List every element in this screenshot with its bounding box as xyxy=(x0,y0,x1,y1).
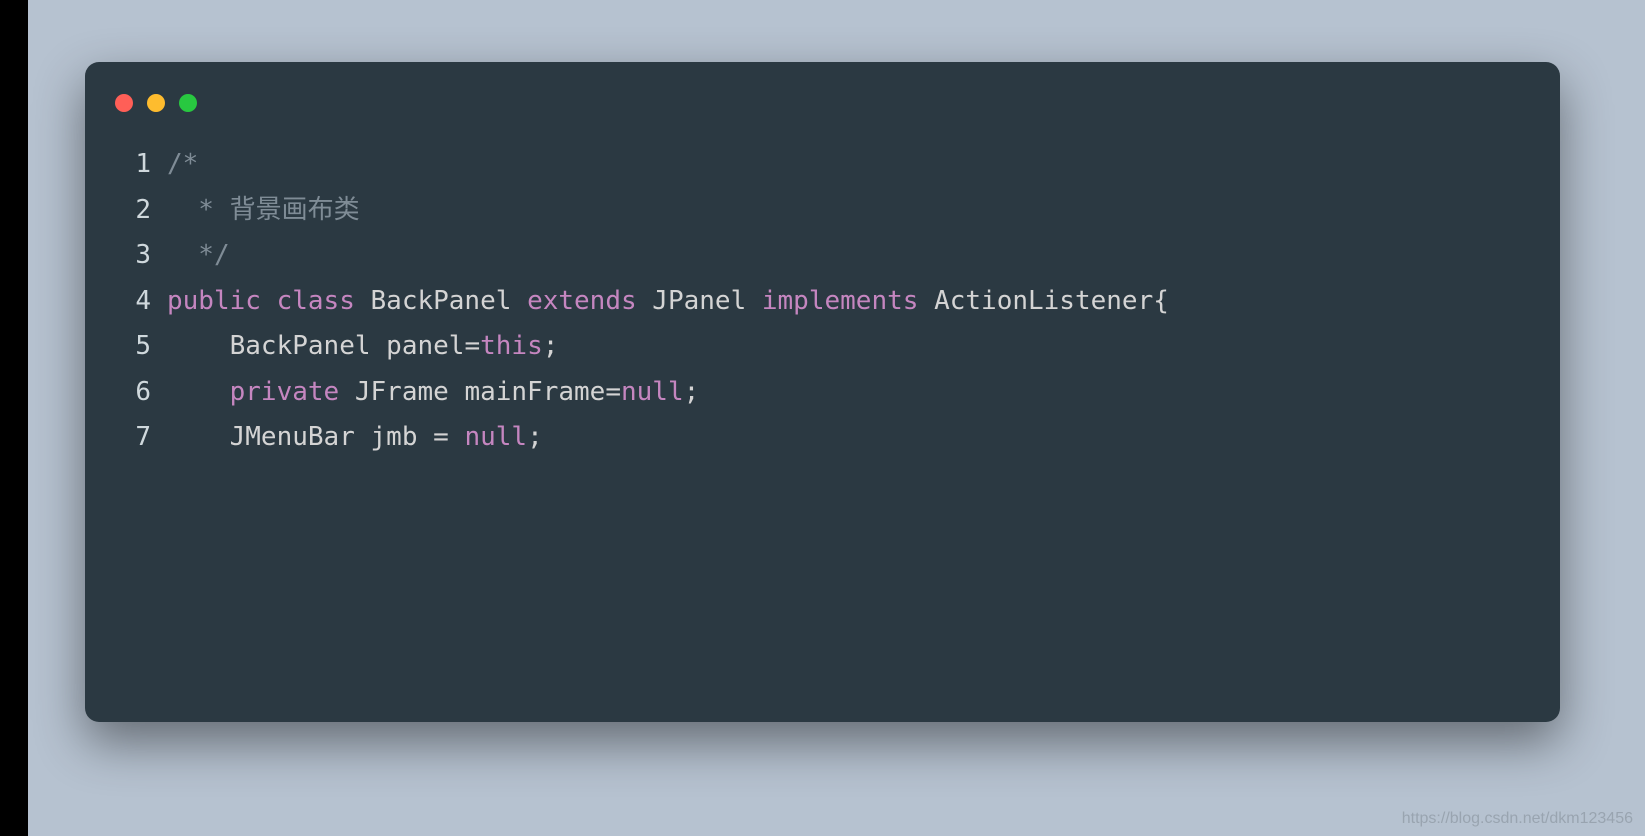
line-number: 4 xyxy=(115,279,151,325)
minimize-icon[interactable] xyxy=(147,94,165,112)
code-line: 2 * 背景画布类 xyxy=(115,188,1530,234)
code-token xyxy=(746,286,762,316)
code-token xyxy=(167,377,230,407)
line-content: JMenuBar jmb = null; xyxy=(167,415,543,461)
code-token xyxy=(371,331,387,361)
code-line: 6 private JFrame mainFrame=null; xyxy=(115,370,1530,416)
code-token xyxy=(355,286,371,316)
code-token: jmb xyxy=(371,422,418,452)
code-token: ActionListener xyxy=(934,286,1153,316)
code-token: class xyxy=(277,286,355,316)
code-token: JMenuBar xyxy=(230,422,355,452)
code-token: this xyxy=(480,331,543,361)
line-number: 7 xyxy=(115,415,151,461)
line-content: public class BackPanel extends JPanel im… xyxy=(167,279,1169,325)
code-line: 7 JMenuBar jmb = null; xyxy=(115,415,1530,461)
code-token xyxy=(261,286,277,316)
line-number: 5 xyxy=(115,324,151,370)
code-token xyxy=(339,377,355,407)
line-number: 6 xyxy=(115,370,151,416)
line-content: * 背景画布类 xyxy=(167,188,360,234)
code-token: private xyxy=(230,377,340,407)
line-content: */ xyxy=(167,233,230,279)
code-token: = xyxy=(605,377,621,407)
code-token: = xyxy=(417,422,464,452)
code-token: panel xyxy=(386,331,464,361)
line-content: BackPanel panel=this; xyxy=(167,324,558,370)
line-content: /* xyxy=(167,142,198,188)
close-icon[interactable] xyxy=(115,94,133,112)
code-line: 5 BackPanel panel=this; xyxy=(115,324,1530,370)
code-token xyxy=(167,331,230,361)
line-number: 1 xyxy=(115,142,151,188)
code-token: JFrame xyxy=(355,377,449,407)
code-token xyxy=(511,286,527,316)
code-token: BackPanel xyxy=(230,331,371,361)
code-line: 4 public class BackPanel extends JPanel i… xyxy=(115,279,1530,325)
code-token xyxy=(355,422,371,452)
line-number: 3 xyxy=(115,233,151,279)
code-window: 1/*2 * 背景画布类3 */4public class BackPanel … xyxy=(85,62,1560,722)
code-token: public xyxy=(167,286,261,316)
code-token xyxy=(449,377,465,407)
code-token xyxy=(918,286,934,316)
line-content: private JFrame mainFrame=null; xyxy=(167,370,699,416)
maximize-icon[interactable] xyxy=(179,94,197,112)
code-line: 1 /* xyxy=(115,142,1530,188)
code-token: null xyxy=(621,377,684,407)
code-token: implements xyxy=(762,286,919,316)
code-area: 1/*2 * 背景画布类3 */4public class BackPanel … xyxy=(85,122,1560,491)
code-token: JPanel xyxy=(652,286,746,316)
code-token: null xyxy=(464,422,527,452)
code-token xyxy=(167,422,230,452)
code-token: mainFrame xyxy=(464,377,605,407)
window-titlebar xyxy=(85,62,1560,122)
line-number: 2 xyxy=(115,188,151,234)
code-token: /* xyxy=(167,149,198,179)
code-token: ; xyxy=(543,331,559,361)
watermark-text: https://blog.csdn.net/dkm123456 xyxy=(1402,810,1633,828)
code-token: { xyxy=(1153,286,1169,316)
code-token: = xyxy=(464,331,480,361)
code-token: ; xyxy=(684,377,700,407)
code-line: 3 */ xyxy=(115,233,1530,279)
left-black-band xyxy=(0,0,28,836)
code-token xyxy=(637,286,653,316)
code-token: BackPanel xyxy=(371,286,512,316)
code-token: */ xyxy=(167,240,230,270)
code-token: extends xyxy=(527,286,637,316)
code-token: * 背景画布类 xyxy=(167,195,360,225)
code-token: ; xyxy=(527,422,543,452)
